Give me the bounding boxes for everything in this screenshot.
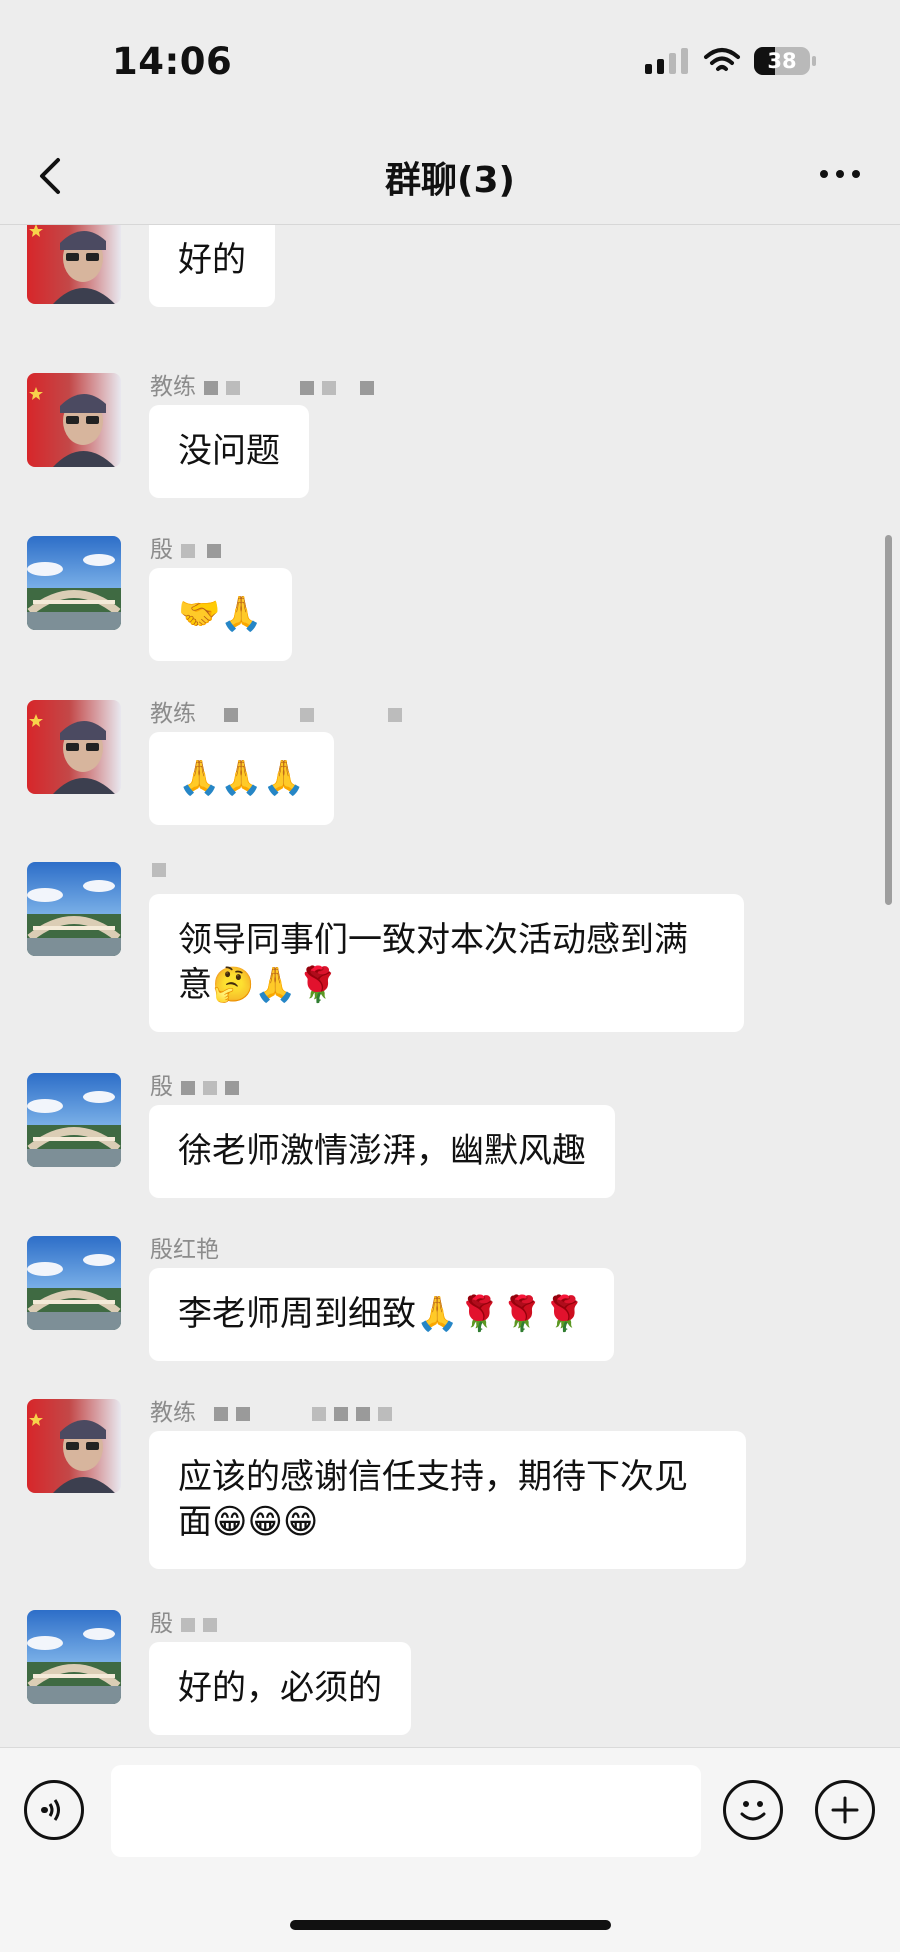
avatar[interactable]: [27, 536, 121, 630]
emoji-icon[interactable]: [723, 1780, 783, 1840]
page-title: 群聊(3): [385, 160, 515, 201]
voice-icon[interactable]: [24, 1780, 84, 1840]
chat-scrollbar[interactable]: [885, 535, 892, 905]
message-bubble[interactable]: 李老师周到细致🙏🌹🌹🌹: [149, 1268, 615, 1361]
plus-icon[interactable]: [815, 1780, 875, 1840]
chat-header: 群聊(3): [0, 128, 900, 225]
message-bubble[interactable]: 徐老师激情澎湃，幽默风趣: [149, 1105, 615, 1198]
message-bubble[interactable]: 好的: [149, 225, 275, 307]
status-bar: 14:06 38: [0, 0, 900, 130]
battery-icon: 38: [754, 47, 816, 75]
sender-name: 殷红艳: [150, 1237, 219, 1263]
sender-name: 殷: [150, 1604, 217, 1638]
message-bubble[interactable]: 🙏🙏🙏: [149, 732, 335, 825]
avatar[interactable]: [27, 1073, 121, 1167]
home-indicator: [290, 1920, 611, 1930]
message-bubble[interactable]: 领导同事们一致对本次活动感到满意🤔🙏🌹: [149, 894, 744, 1032]
sender-name: 教练: [150, 694, 402, 728]
battery-percent: 38: [767, 49, 797, 73]
message-bubble[interactable]: 好的，必须的: [149, 1642, 411, 1735]
message-bubble[interactable]: 应该的感谢信任支持，期待下次见面😁😁😁: [149, 1431, 746, 1569]
status-icons: 38: [645, 46, 816, 76]
more-dots-icon[interactable]: [820, 170, 860, 178]
avatar[interactable]: [27, 1399, 121, 1493]
message-input-bar: [0, 1747, 900, 1952]
sender-name: [150, 856, 166, 882]
message-list[interactable]: 好的 教练 没问题 殷 🤝🙏 教练 🙏🙏🙏 领导同事们一致对本次活动感到满意🤔🙏…: [0, 225, 900, 1745]
sender-name: 教练: [150, 367, 374, 401]
avatar[interactable]: [27, 700, 121, 794]
cellular-signal-icon: [645, 48, 688, 74]
avatar[interactable]: [27, 225, 121, 304]
avatar[interactable]: [27, 1610, 121, 1704]
message-bubble[interactable]: 🤝🙏: [149, 568, 292, 661]
sender-name: 教练: [150, 1393, 392, 1427]
sender-name: 殷: [150, 530, 221, 564]
sender-name: 殷: [150, 1067, 239, 1101]
avatar[interactable]: [27, 373, 121, 467]
avatar[interactable]: [27, 1236, 121, 1330]
avatar[interactable]: [27, 862, 121, 956]
message-input[interactable]: [111, 1765, 701, 1857]
wifi-icon: [704, 48, 740, 71]
status-time: 14:06: [112, 40, 233, 83]
message-bubble[interactable]: 没问题: [149, 405, 309, 498]
